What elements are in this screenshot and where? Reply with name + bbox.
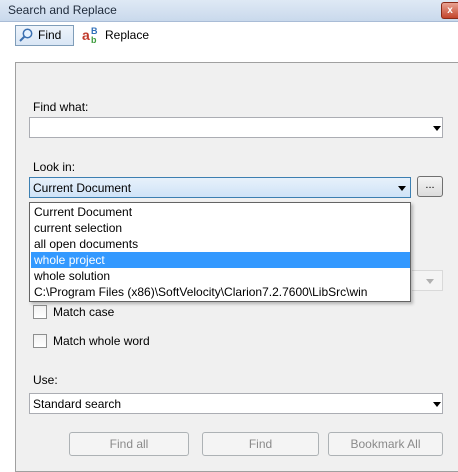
find-button[interactable]: Find (202, 432, 319, 456)
match-case-label: Match case (53, 305, 115, 319)
chevron-down-icon[interactable] (398, 186, 406, 191)
find-what-combo[interactable] (29, 117, 443, 138)
use-label: Use: (33, 373, 58, 387)
match-case-checkbox[interactable] (33, 305, 47, 319)
dropdown-option-path[interactable]: C:\Program Files (x86)\SoftVelocity\Clar… (31, 284, 410, 300)
tab-find-label: Find (38, 28, 62, 42)
browse-button[interactable]: ... (417, 176, 443, 197)
magnifier-icon (19, 28, 33, 42)
match-whole-word-label: Match whole word (53, 334, 150, 348)
find-all-button[interactable]: Find all (69, 432, 189, 456)
bookmark-all-button[interactable]: Bookmark All (328, 432, 443, 456)
dropdown-option-whole-solution[interactable]: whole solution (31, 268, 410, 284)
window-title: Search and Replace (8, 3, 117, 17)
match-whole-word-checkbox[interactable] (33, 334, 47, 348)
chevron-down-icon[interactable] (433, 126, 441, 131)
use-selected: Standard search (33, 397, 122, 411)
find-what-label: Find what: (33, 100, 89, 114)
use-combo[interactable]: Standard search (29, 393, 443, 414)
dropdown-option-current-selection[interactable]: current selection (31, 220, 410, 236)
look-in-selected: Current Document (33, 181, 132, 195)
dropdown-option-all-open-documents[interactable]: all open documents (31, 236, 410, 252)
svg-text:b: b (91, 35, 97, 45)
chevron-down-icon[interactable] (433, 402, 441, 407)
svg-text:a: a (82, 27, 90, 43)
tab-replace[interactable]: Replace (105, 28, 149, 42)
look-in-combo[interactable]: Current Document (29, 177, 411, 198)
replace-icon[interactable]: a B b (81, 25, 101, 45)
close-button[interactable]: x (441, 2, 458, 19)
dropdown-option-whole-project[interactable]: whole project (31, 252, 410, 268)
dropdown-option-current-document[interactable]: Current Document (31, 204, 410, 220)
look-in-dropdown: Current Document current selection all o… (29, 202, 411, 302)
look-in-label: Look in: (33, 160, 76, 174)
chevron-down-icon (426, 279, 434, 284)
